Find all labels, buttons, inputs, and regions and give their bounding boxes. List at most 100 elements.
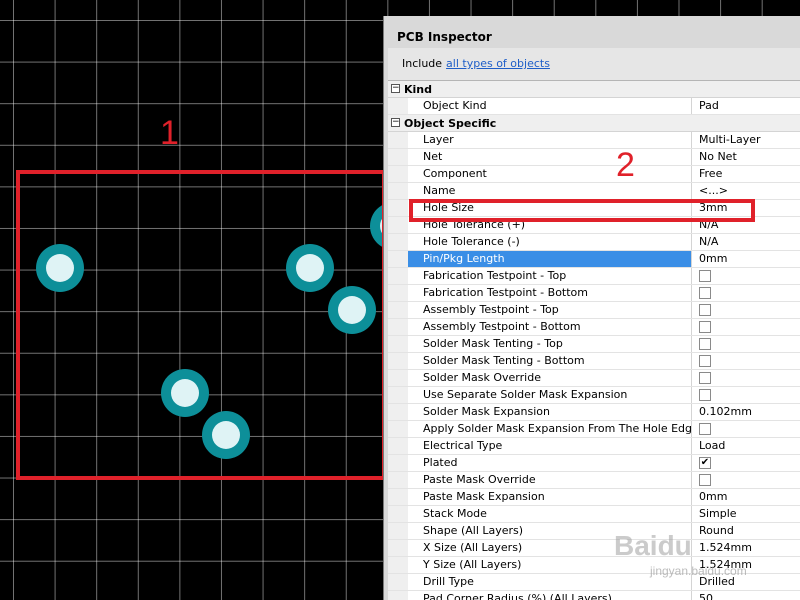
property-name: Solder Mask Override [408,370,692,386]
annotation-number-1: 1 [160,114,179,152]
checkbox[interactable] [699,355,711,367]
property-row[interactable]: Apply Solder Mask Expansion From The Hol… [388,421,800,438]
property-row[interactable]: Fabrication Testpoint - Top [388,268,800,285]
property-name: Paste Mask Expansion [408,489,692,505]
checkbox[interactable] [699,423,711,435]
property-value[interactable]: 50 [699,591,799,600]
property-value[interactable]: Simple [699,506,799,522]
row-gutter [388,421,408,437]
property-name: Use Separate Solder Mask Expansion [408,387,692,403]
row-gutter [388,336,408,352]
property-row[interactable]: X Size (All Layers) 1.524mm [388,540,800,557]
property-name: Paste Mask Override [408,472,692,488]
property-row[interactable]: Electrical Type Load [388,438,800,455]
checkbox[interactable] [699,321,711,333]
property-name: Assembly Testpoint - Top [408,302,692,318]
property-name: Solder Mask Expansion [408,404,692,420]
property-value[interactable]: 0mm [699,251,799,267]
all-object-types-link[interactable]: all types of objects [446,57,550,70]
property-row[interactable]: Solder Mask Tenting - Top [388,336,800,353]
row-gutter [388,132,408,148]
row-gutter [388,200,408,216]
property-row[interactable]: Paste Mask Override [388,472,800,489]
property-name: Stack Mode [408,506,692,522]
property-value[interactable]: N/A [699,234,799,250]
row-gutter [388,183,408,199]
property-row[interactable]: Use Separate Solder Mask Expansion [388,387,800,404]
property-name: Name [408,183,692,199]
section-object-specific[interactable]: − Object Specific [388,115,800,132]
checked-checkbox[interactable]: ✔ [699,457,711,469]
property-row[interactable]: Object Kind Pad [388,98,800,115]
checkbox[interactable] [699,304,711,316]
collapse-icon[interactable]: − [391,84,400,93]
row-gutter [388,234,408,250]
property-row[interactable]: Solder Mask Override [388,370,800,387]
property-row[interactable]: Plated ✔ [388,455,800,472]
annotation-number-2: 2 [616,146,635,184]
property-name: Component [408,166,692,182]
property-row[interactable]: Stack Mode Simple [388,506,800,523]
property-value[interactable]: 1.524mm [699,540,799,556]
property-row[interactable]: Paste Mask Expansion 0mm [388,489,800,506]
pcb-inspector-panel: PCB Inspector Include all types of object… [384,16,800,600]
checkbox[interactable] [699,474,711,486]
property-name: Object Kind [408,98,692,114]
property-value[interactable]: Multi-Layer [699,132,799,148]
property-name: Fabrication Testpoint - Bottom [408,285,692,301]
property-row[interactable]: Net No Net [388,149,800,166]
property-row[interactable]: Name <...> [388,183,800,200]
property-value[interactable]: Load [699,438,799,454]
checkbox[interactable] [699,287,711,299]
checkbox[interactable] [699,338,711,350]
checkbox[interactable] [699,389,711,401]
property-row[interactable]: Solder Mask Tenting - Bottom [388,353,800,370]
property-name: Fabrication Testpoint - Top [408,268,692,284]
property-row[interactable]: Component Free [388,166,800,183]
section-label: Object Specific [404,117,497,130]
row-gutter [388,251,408,267]
property-name: Pin/Pkg Length [408,251,692,267]
property-row[interactable]: Solder Mask Expansion 0.102mm [388,404,800,421]
checkbox[interactable] [699,270,711,282]
include-filter: Include all types of objects [402,57,550,70]
property-value[interactable]: <...> [699,183,799,199]
property-name: Assembly Testpoint - Bottom [408,319,692,335]
row-gutter [388,438,408,454]
row-gutter [388,489,408,505]
property-row[interactable]: Pin/Pkg Length 0mm [388,251,800,268]
row-gutter [388,472,408,488]
include-label: Include [402,57,443,70]
property-row[interactable]: Hole Tolerance (-) N/A [388,234,800,251]
property-row[interactable]: Shape (All Layers) Round [388,523,800,540]
property-row[interactable]: Pad Corner Radius (%) (All Layers) 50 [388,591,800,600]
section-label: Kind [404,83,432,96]
property-value[interactable]: 0mm [699,489,799,505]
property-name: Net [408,149,692,165]
property-value[interactable]: Round [699,523,799,539]
watermark-logo: Baidu [614,530,692,561]
row-gutter [388,285,408,301]
property-row[interactable]: Assembly Testpoint - Top [388,302,800,319]
property-value[interactable]: Pad [699,98,799,114]
section-kind[interactable]: − Kind [388,81,800,98]
row-gutter [388,302,408,318]
property-value[interactable]: Free [699,166,799,182]
row-gutter [388,166,408,182]
row-gutter [388,149,408,165]
row-gutter [388,319,408,335]
row-gutter [388,506,408,522]
row-gutter [388,591,408,600]
row-gutter [388,370,408,386]
checkbox[interactable] [699,372,711,384]
collapse-icon[interactable]: − [391,118,400,127]
property-value[interactable]: No Net [699,149,799,165]
property-name: Pad Corner Radius (%) (All Layers) [408,591,692,600]
property-value[interactable]: 0.102mm [699,404,799,420]
property-row[interactable]: Fabrication Testpoint - Bottom [388,285,800,302]
property-row[interactable]: Assembly Testpoint - Bottom [388,319,800,336]
property-name: Electrical Type [408,438,692,454]
property-grid: − Kind Object Kind Pad − Object Specific Layer… [388,80,800,600]
property-row[interactable]: Layer Multi-Layer [388,132,800,149]
row-gutter [388,523,408,539]
